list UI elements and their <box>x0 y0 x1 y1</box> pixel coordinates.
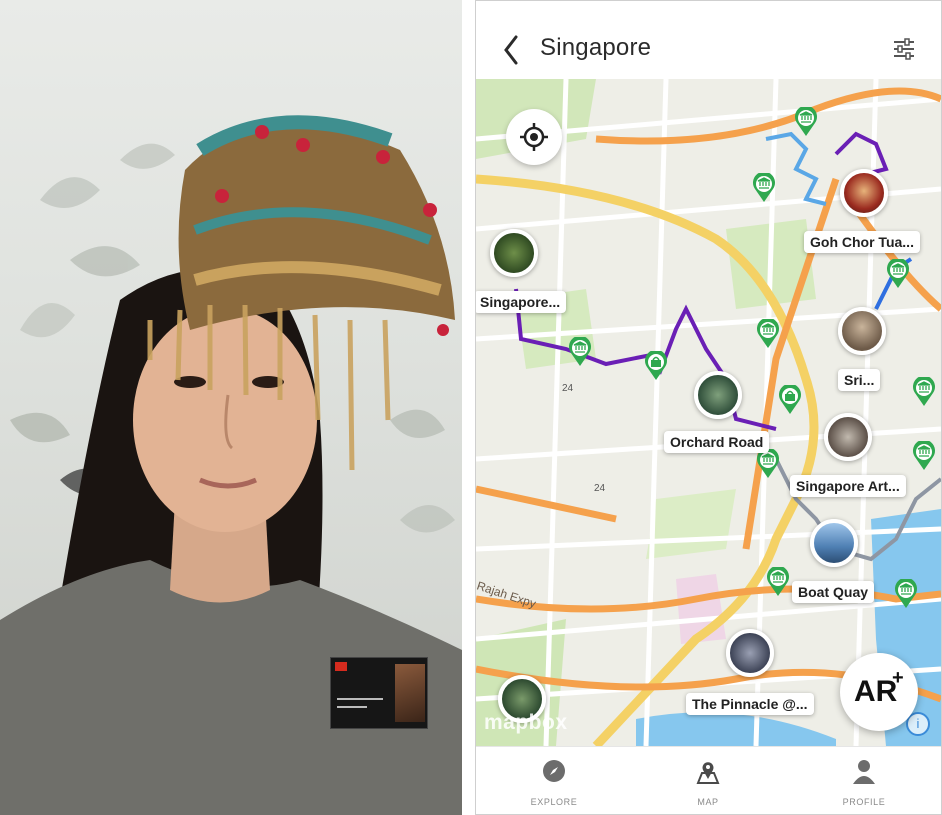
phone-screen: Singapore 24 24 Rajah Expy Goh Chor Tua.… <box>475 0 942 815</box>
thumbnail-text-line <box>337 698 383 700</box>
thumbnail-photo <box>395 664 425 722</box>
nav-profile[interactable]: PROFILE <box>814 747 914 814</box>
museum-pin-icon <box>753 171 775 202</box>
museum-pin-icon <box>757 447 779 478</box>
museum-pin-icon <box>757 317 779 348</box>
video-thumbnail[interactable] <box>330 657 428 729</box>
bottom-navigation: EXPLORE MAP PROFILE <box>476 746 941 814</box>
poi-photo-the-pinnacle[interactable] <box>726 629 774 677</box>
chevron-left-icon <box>504 35 518 65</box>
poi-label-goh-chor-tua[interactable]: Goh Chor Tua... <box>804 231 920 253</box>
museum-pin[interactable] <box>912 439 936 471</box>
poi-photo-boat-quay[interactable] <box>810 519 858 567</box>
museum-pin-icon <box>767 565 789 596</box>
back-button[interactable] <box>498 31 526 69</box>
filter-button[interactable] <box>892 37 916 61</box>
compass-icon <box>543 760 565 782</box>
nav-map[interactable]: MAP <box>658 747 758 814</box>
museum-pin-icon <box>569 335 591 366</box>
museum-pin[interactable] <box>568 335 592 367</box>
locate-button[interactable] <box>506 109 562 165</box>
nav-explore[interactable]: EXPLORE <box>504 747 604 814</box>
mapbox-attribution: mapbox <box>484 711 568 734</box>
road-number: 24 <box>594 483 606 494</box>
museum-pin[interactable] <box>912 375 936 407</box>
shopping-pin[interactable] <box>644 349 668 381</box>
nav-profile-label: PROFILE <box>842 797 886 807</box>
top-bar: Singapore <box>476 1 941 79</box>
poi-label-boat-quay[interactable]: Boat Quay <box>792 581 875 603</box>
museum-pin[interactable] <box>794 105 818 137</box>
museum-pin-icon <box>895 577 917 608</box>
sliders-icon <box>894 38 914 60</box>
nav-explore-label: EXPLORE <box>530 797 578 807</box>
ar-button-label: AR <box>854 675 898 708</box>
museum-pin-icon <box>795 105 817 136</box>
water-body <box>636 712 836 746</box>
shopping-pin[interactable] <box>778 383 802 415</box>
poi-photo-sri-temple[interactable] <box>838 307 886 355</box>
road-number: 24 <box>562 383 574 394</box>
crosshair-icon <box>520 123 548 151</box>
museum-pin[interactable] <box>756 447 780 479</box>
thumbnail-text-line <box>337 706 367 708</box>
map-pin-icon <box>696 762 720 784</box>
page-title: Singapore <box>540 34 652 61</box>
poi-label-singapore-art[interactable]: Singapore Art... <box>790 475 906 497</box>
museum-pin[interactable] <box>766 565 790 597</box>
poi-photo-goh-chor-tua[interactable] <box>840 169 888 217</box>
camera-view <box>0 0 462 815</box>
poi-label-sri-temple[interactable]: Sri... <box>838 369 881 391</box>
poi-photo-singapore-botanic[interactable] <box>490 229 538 277</box>
park-area <box>646 489 736 559</box>
museum-pin-icon <box>887 257 909 288</box>
museum-pin[interactable] <box>894 577 918 609</box>
poi-label-orchard-road[interactable]: Orchard Road <box>664 431 770 453</box>
poi-photo-singapore-art[interactable] <box>824 413 872 461</box>
museum-pin[interactable] <box>886 257 910 289</box>
person-icon <box>853 760 875 784</box>
poi-label-singapore-botanic[interactable]: Singapore... <box>476 291 567 313</box>
museum-pin[interactable] <box>752 171 776 203</box>
shopping-bag-pin-icon <box>645 349 667 380</box>
poi-photo-orchard-road[interactable] <box>694 371 742 419</box>
museum-pin[interactable] <box>756 317 780 349</box>
ar-plus-icon: + <box>892 667 904 689</box>
map-view[interactable]: 24 24 Rajah Expy Goh Chor Tua... Singapo… <box>476 79 941 746</box>
ar-button[interactable]: AR + <box>840 653 918 731</box>
flag-icon <box>335 662 347 671</box>
museum-pin-icon <box>913 375 935 406</box>
shopping-bag-pin-icon <box>779 383 801 414</box>
nav-map-label: MAP <box>697 797 719 807</box>
walking-route <box>834 131 889 176</box>
museum-pin-icon <box>913 439 935 470</box>
poi-label-the-pinnacle[interactable]: The Pinnacle @... <box>686 693 814 715</box>
